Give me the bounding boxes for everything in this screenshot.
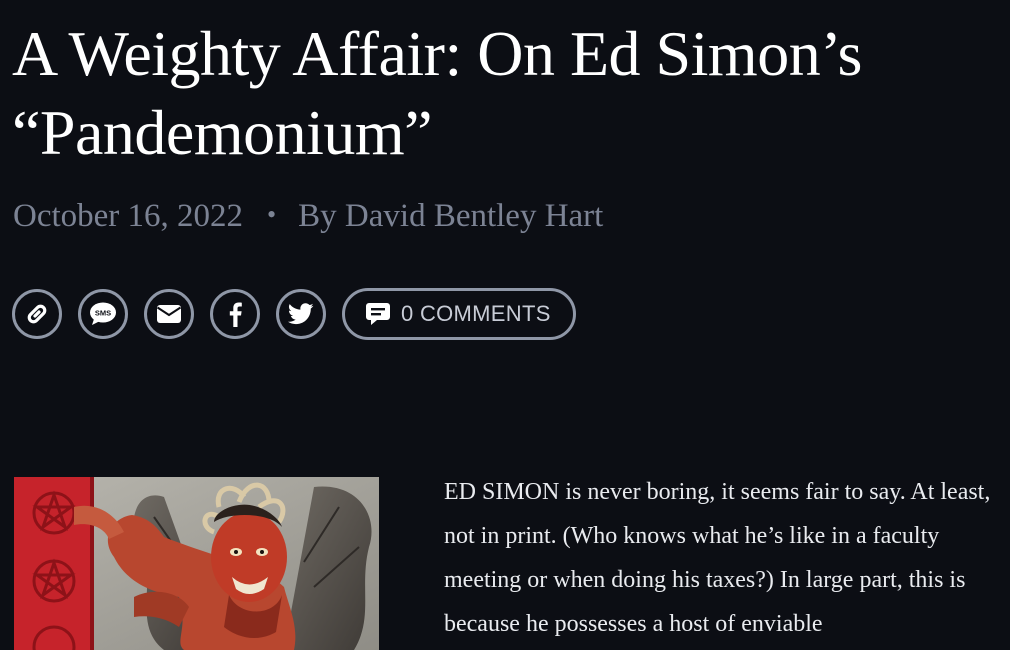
article-meta: October 16, 2022 • By David Bentley Hart (13, 193, 603, 238)
book-cover-image (14, 477, 379, 650)
facebook-icon (229, 302, 242, 327)
book-cover-illustration (14, 477, 379, 650)
sms-share-button[interactable]: SMS (78, 289, 128, 339)
comments-button[interactable]: 0 COMMENTS (342, 288, 576, 340)
email-share-button[interactable] (144, 289, 194, 339)
article-date: October 16, 2022 (13, 198, 244, 234)
sms-icon-text: SMS (95, 309, 111, 318)
sms-icon: SMS (90, 302, 116, 325)
copy-link-button[interactable] (12, 289, 62, 339)
comment-icon (366, 303, 390, 325)
share-bar: SMS 0 COMMENTS (12, 288, 576, 340)
article-body-paragraph: ED SIMON is never boring, it seems fair … (444, 479, 991, 637)
twitter-share-button[interactable] (276, 289, 326, 339)
article-author[interactable]: By David Bentley Hart (298, 198, 603, 234)
facebook-share-button[interactable] (210, 289, 260, 339)
meta-separator: • (267, 200, 277, 229)
twitter-icon (288, 303, 314, 325)
link-icon (27, 304, 47, 324)
comments-count-label: 0 COMMENTS (401, 301, 551, 326)
email-icon (156, 305, 182, 323)
article-title: A Weighty Affair: On Ed Simon’s “Pandemo… (12, 18, 862, 168)
